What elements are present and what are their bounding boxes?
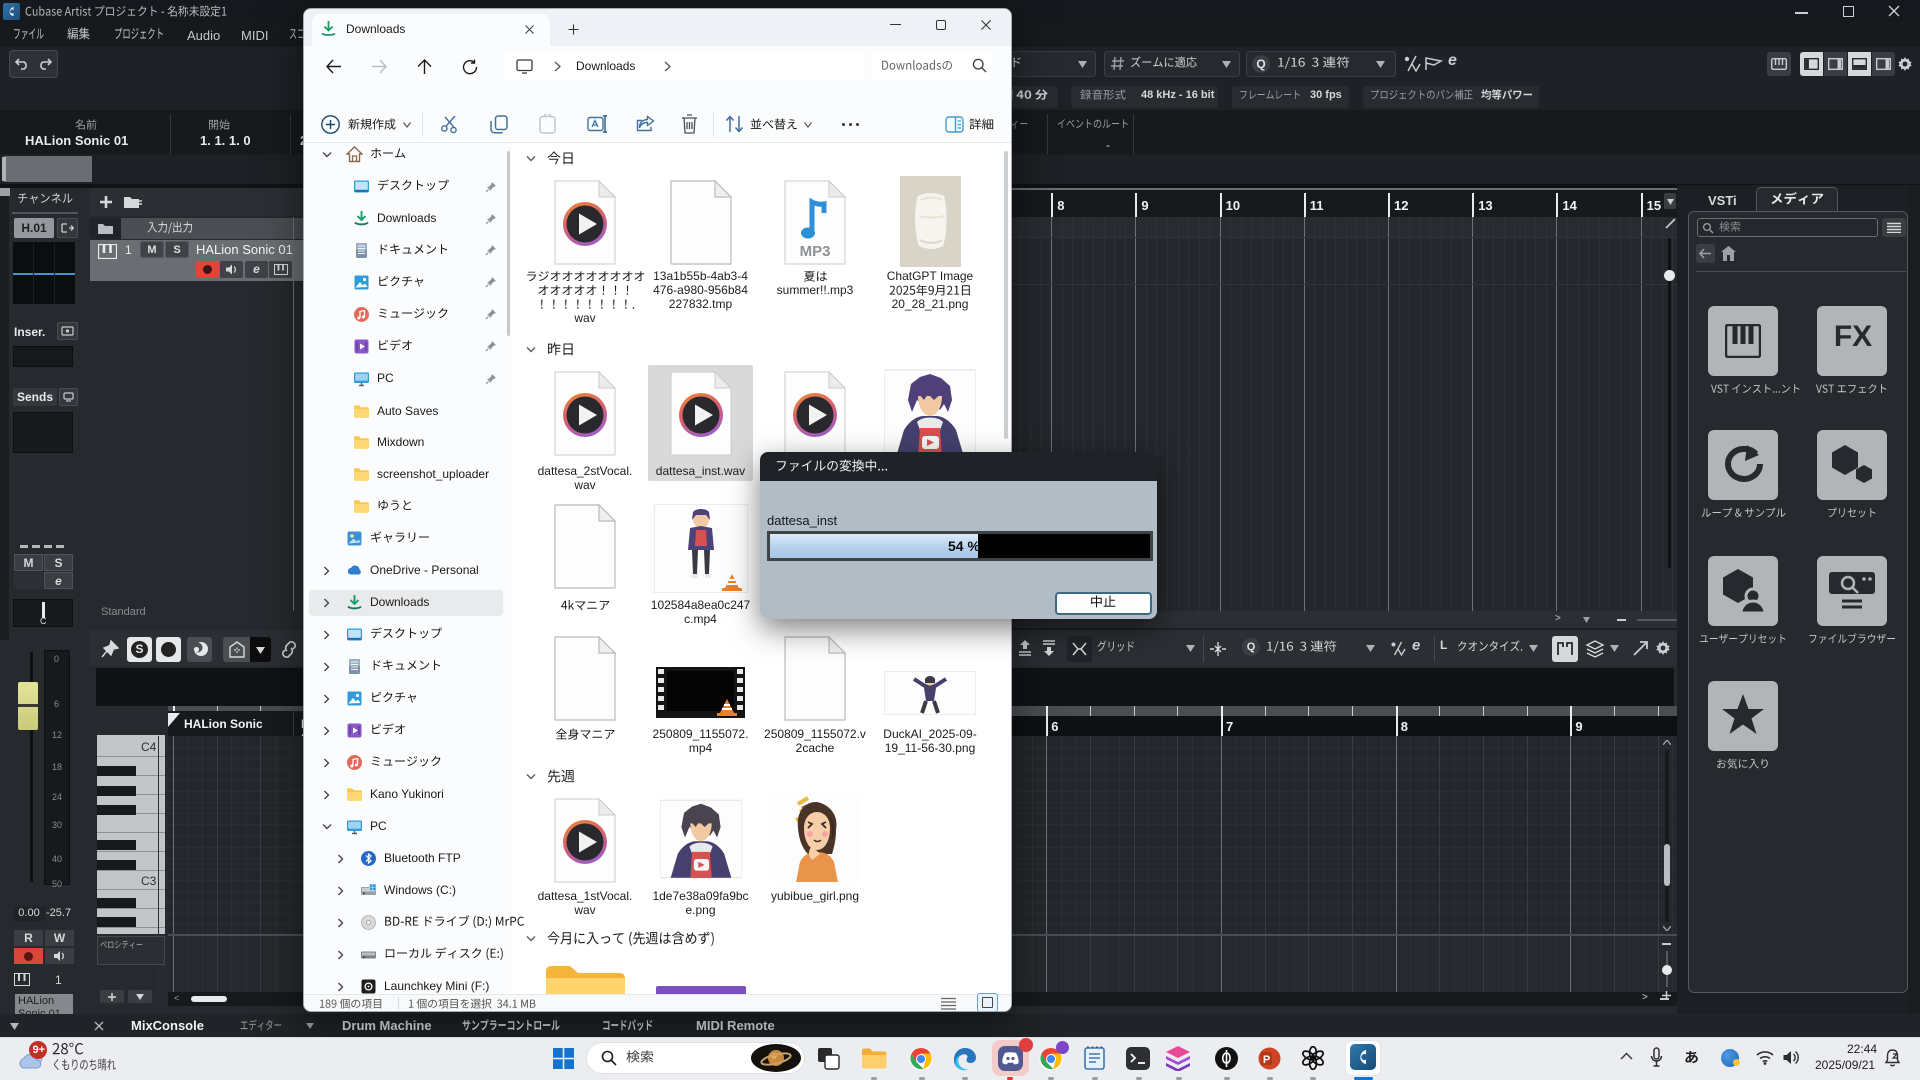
svg-text:P: P	[1263, 1054, 1270, 1066]
